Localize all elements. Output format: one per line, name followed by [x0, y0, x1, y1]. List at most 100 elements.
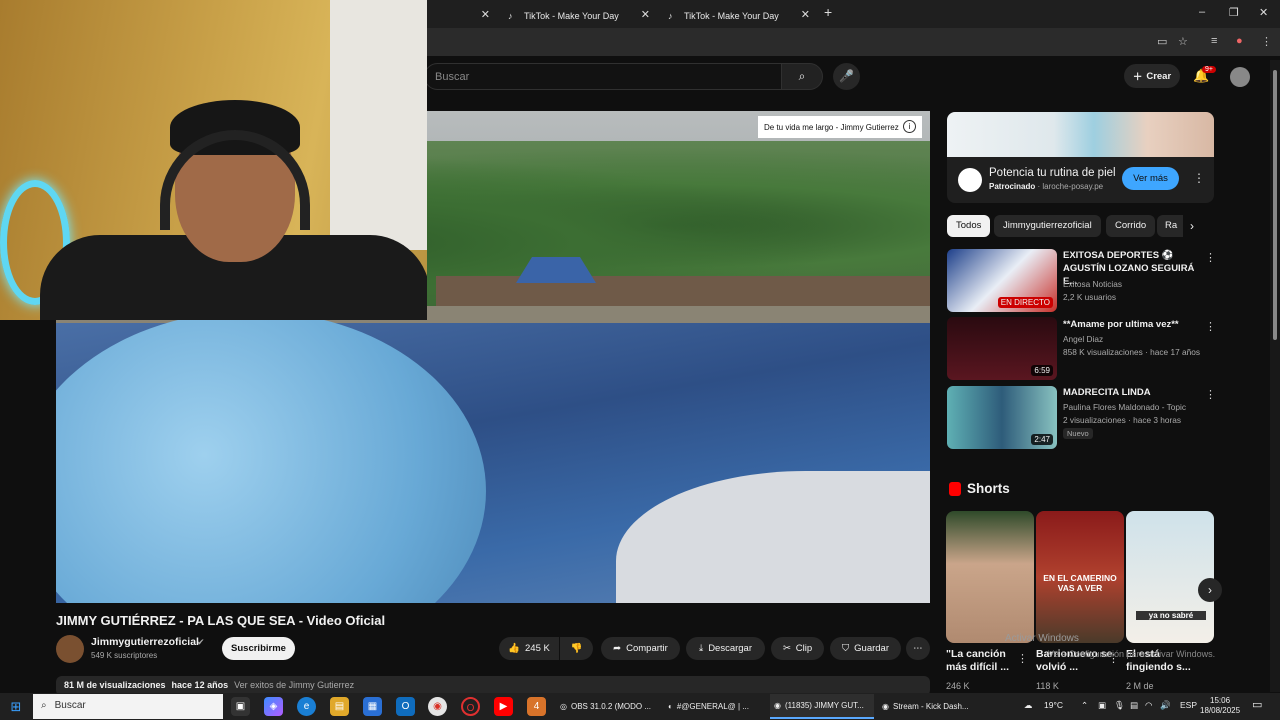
taskbar-app-kick[interactable]: ◉ Stream - Kick Dash...	[878, 694, 982, 719]
minimize-button[interactable]: –	[1199, 6, 1205, 18]
taskbar-app-chrome-youtube[interactable]: ◉ (11835) JIMMY GUT...	[770, 694, 874, 719]
description-link[interactable]: Ver exitos de Jimmy Gutierrez	[234, 680, 354, 690]
chip-todos[interactable]: Todos	[947, 215, 991, 237]
create-label: Crear	[1146, 70, 1172, 82]
chip-truncated[interactable]: Ra	[1157, 215, 1183, 237]
rec-channel-3[interactable]: Paulina Flores Maldonado - Topic	[1063, 402, 1186, 412]
maximize-button[interactable]: ❐	[1229, 6, 1239, 19]
bookmark-star-icon[interactable]: ☆	[1178, 35, 1188, 48]
microphone-icon[interactable]: 🎙	[1114, 700, 1125, 711]
info-icon[interactable]: i	[903, 120, 916, 133]
ad-cta-button[interactable]: Ver más	[1122, 167, 1179, 190]
rec-title-2[interactable]: **Amame por ultima vez**	[1063, 318, 1198, 331]
rec-thumbnail-3[interactable]: 2:47	[947, 386, 1057, 449]
short-thumbnail-1[interactable]	[946, 511, 1034, 643]
clock[interactable]: 15:06 18/08/2025	[1200, 696, 1240, 716]
tray-app-icon[interactable]: ▣	[1098, 700, 1106, 711]
tray-app-icon[interactable]: ▤	[1130, 700, 1138, 711]
rec-thumbnail-1[interactable]: EN DIRECTO	[947, 249, 1057, 312]
taskbar-search[interactable]: ⌕ Buscar	[33, 694, 223, 719]
volume-icon[interactable]: 🔊	[1160, 700, 1171, 711]
more-actions-button[interactable]: ⋯	[906, 637, 930, 660]
tab-label: TikTok - Make Your Day	[524, 11, 619, 21]
youtube-icon[interactable]: ▶	[494, 697, 513, 716]
tab-tiktok-2[interactable]: ♪ TikTok - Make Your Day ✕	[660, 4, 816, 28]
taskbar-search-label: Buscar	[54, 700, 86, 711]
clip-label: Clip	[795, 643, 813, 654]
ad-banner-image[interactable]	[947, 112, 1214, 157]
tab-label: TikTok - Make Your Day	[684, 11, 779, 21]
chevron-right-icon[interactable]: ›	[1190, 219, 1194, 233]
edge-icon[interactable]: e	[297, 697, 316, 716]
voice-search-button[interactable]: 🎤	[833, 63, 860, 90]
chrome-icon[interactable]: ◉	[428, 697, 447, 716]
profile-icon[interactable]: ●	[1236, 35, 1243, 47]
short-thumbnail-2[interactable]: EN EL CAMERINO VAS A VER	[1036, 511, 1124, 643]
tray-chevron-icon[interactable]: ⌃	[1081, 700, 1088, 711]
task-view-icon[interactable]: ▣	[231, 697, 250, 716]
store-icon[interactable]: ▦	[363, 697, 382, 716]
opera-icon[interactable]: O	[461, 697, 480, 716]
new-tab-button[interactable]: +	[824, 4, 832, 20]
scrollbar[interactable]	[1270, 60, 1280, 692]
more-dots-icon[interactable]: ⋮	[1017, 652, 1028, 665]
rec-thumbnail-2[interactable]: 6:59	[947, 317, 1057, 380]
dislike-button[interactable]: 👎	[560, 637, 593, 660]
avatar[interactable]	[1230, 67, 1250, 87]
short-views-2: 118 K	[1036, 681, 1059, 691]
copilot-icon[interactable]: ◈	[264, 697, 283, 716]
close-icon[interactable]: ✕	[801, 8, 810, 21]
shorts-next-button[interactable]: ›	[1198, 578, 1222, 602]
create-button[interactable]: ＋ Crear	[1124, 64, 1180, 88]
activation-watermark-text: Ve a Configuración para activar Windows.	[1048, 649, 1216, 659]
ad-domain: laroche-posay.pe	[1042, 182, 1104, 191]
language-indicator[interactable]: ESP	[1180, 700, 1197, 710]
windows-start-icon[interactable]: ⊞	[0, 693, 32, 720]
download-icon: ⤓	[698, 643, 704, 654]
duration-badge: 6:59	[1031, 365, 1053, 376]
close-icon[interactable]: ✕	[641, 8, 650, 21]
notification-center-icon[interactable]: ▭	[1252, 698, 1262, 711]
channel-name[interactable]: Jimmygutierrezoficial	[91, 636, 199, 648]
weather-icon[interactable]: ☁	[1024, 700, 1033, 711]
ad-title[interactable]: Potencia tu rutina de piel	[989, 167, 1116, 179]
wifi-icon[interactable]: ◠	[1145, 700, 1152, 711]
short-title-1[interactable]: "La canción más difícil ...	[946, 648, 1024, 674]
rec-title-3[interactable]: MADRECITA LINDA	[1063, 386, 1198, 399]
share-button[interactable]: ➦ Compartir	[601, 637, 680, 660]
app-icon[interactable]: 4	[527, 697, 546, 716]
more-dots-icon[interactable]: ⋮	[1205, 320, 1216, 333]
sponsored-label: Patrocinado	[989, 182, 1036, 191]
rec-channel-2[interactable]: Angel Diaz	[1063, 334, 1103, 344]
scrollbar-thumb[interactable]	[1273, 70, 1277, 340]
taskbar-app-discord[interactable]: ◐ #@GENERAL@ | ...	[664, 694, 768, 719]
file-explorer-icon[interactable]: ▤	[330, 697, 349, 716]
more-dots-icon[interactable]: ⋮	[1205, 388, 1216, 401]
webcam-overlay	[0, 0, 427, 320]
rec-channel-1[interactable]: Exitosa Noticias	[1063, 279, 1122, 289]
search-button[interactable]: ⌕	[781, 63, 823, 90]
clip-button[interactable]: ✂ Clip	[771, 637, 824, 660]
outlook-icon[interactable]: O	[396, 697, 415, 716]
media-icon[interactable]: ≡	[1211, 35, 1217, 47]
close-icon[interactable]: ✕	[481, 8, 490, 21]
save-button[interactable]: ⛉ Guardar	[830, 637, 901, 660]
menu-dots-icon[interactable]: ⋮	[1261, 35, 1272, 48]
like-button[interactable]: 👍 245 K	[499, 637, 559, 660]
weather-temp[interactable]: 19°C	[1044, 700, 1063, 710]
tab-tiktok-1[interactable]: ♪ TikTok - Make Your Day ✕	[500, 4, 656, 28]
close-window-button[interactable]: ✕	[1259, 6, 1268, 19]
more-dots-icon[interactable]: ⋮	[1205, 251, 1216, 264]
chip-corrido[interactable]: Corrido	[1106, 215, 1156, 237]
cast-icon[interactable]: ▭	[1157, 35, 1167, 48]
channel-avatar[interactable]	[56, 635, 84, 663]
tab-previous[interactable]: ✕	[430, 4, 496, 28]
short-thumbnail-3[interactable]: ya no sabré	[1126, 511, 1214, 643]
chip-channel[interactable]: Jimmygutierrezoficial	[994, 215, 1101, 237]
download-button[interactable]: ⤓ Descargar	[686, 637, 765, 660]
taskbar-app-obs[interactable]: ◎ OBS 31.0.2 (MODO ...	[556, 694, 660, 719]
subscribe-button[interactable]: Suscribirme	[222, 637, 295, 660]
video-info-card[interactable]: De tu vida me largo - Jimmy Gutierrez i	[758, 116, 922, 138]
more-dots-icon[interactable]: ⋮	[1193, 171, 1205, 185]
search-input[interactable]: Buscar	[424, 63, 782, 90]
